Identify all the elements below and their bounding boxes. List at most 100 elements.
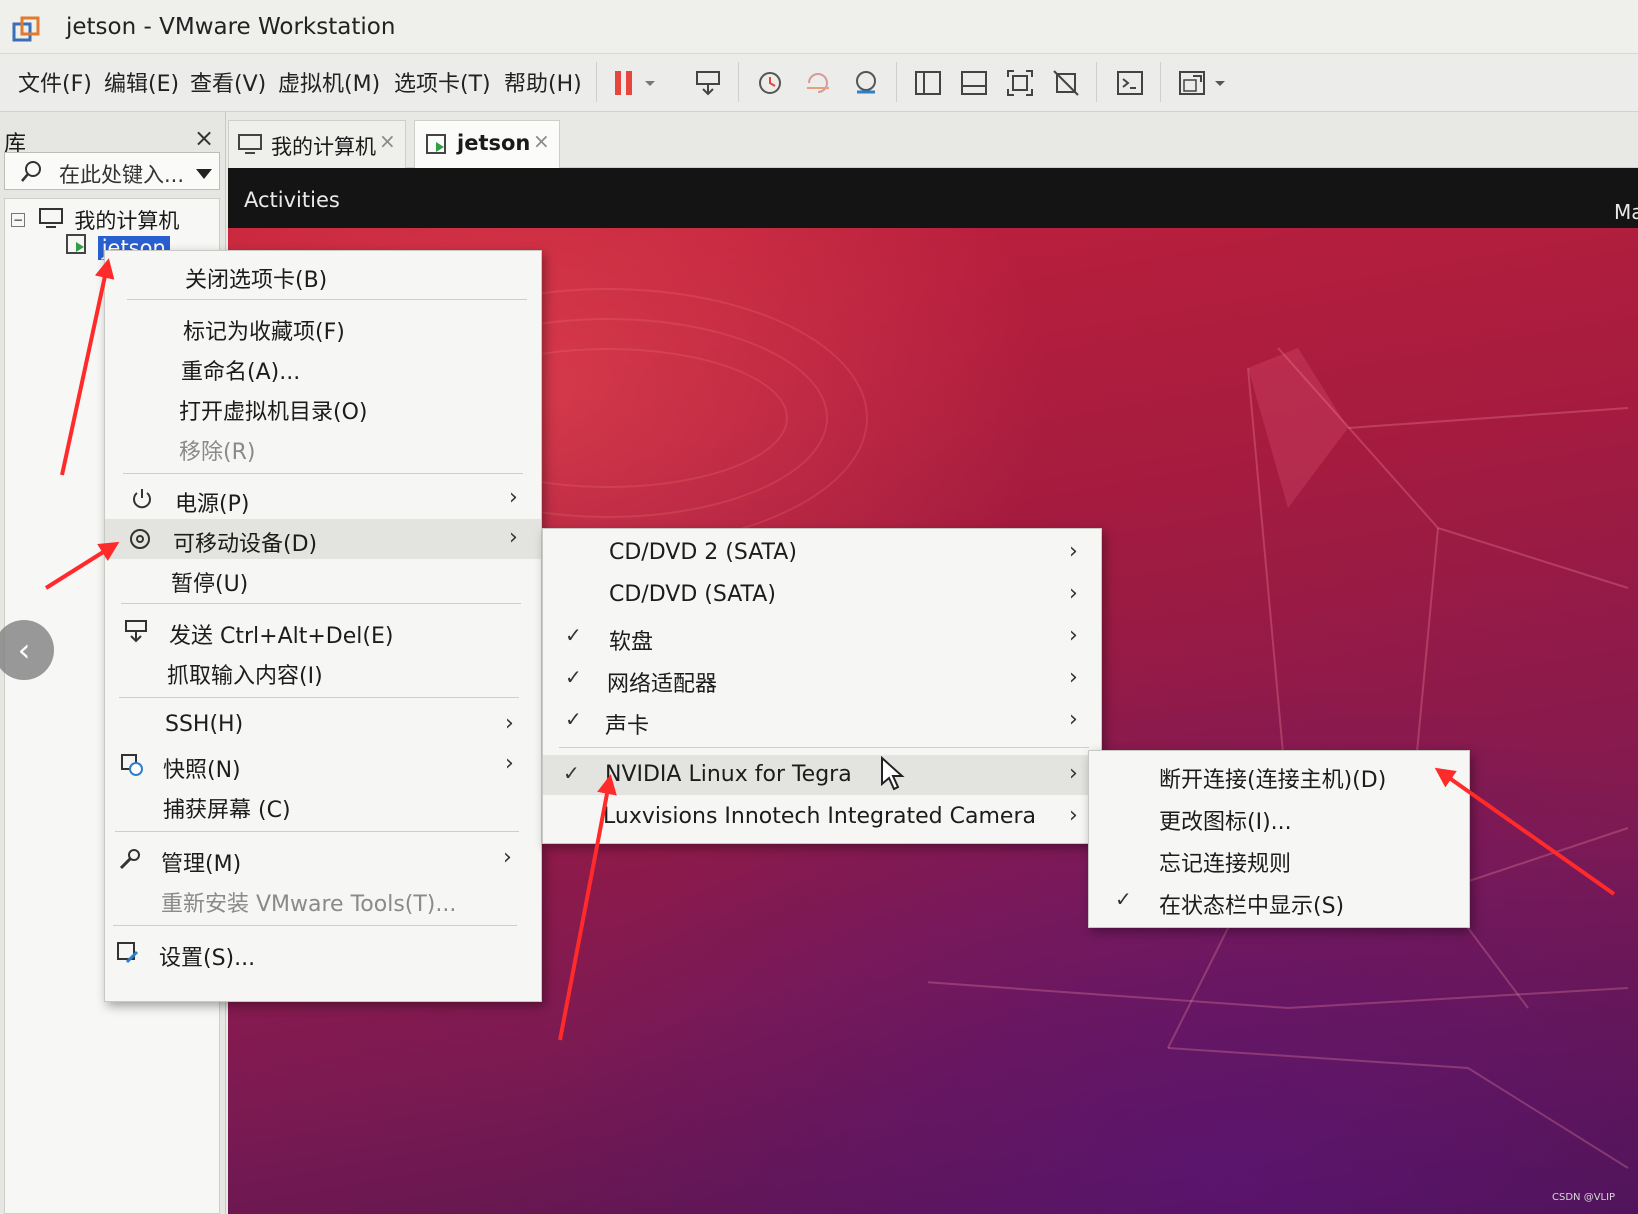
device-item-cddvd2[interactable]: CD/DVD 2 (SATA) ›	[543, 533, 1101, 573]
chevron-right-icon: ›	[1069, 665, 1078, 690]
full-screen-icon[interactable]	[1000, 64, 1040, 102]
toolbar-separator	[596, 62, 597, 102]
menu-vm[interactable]: 虚拟机(M)	[278, 66, 380, 98]
toolbar-separator	[1160, 62, 1161, 102]
menu-item-pause[interactable]: 暂停(U)	[105, 559, 541, 599]
collapse-icon[interactable]: −	[11, 213, 25, 227]
menu-item-label: 关闭选项卡(B)	[185, 268, 328, 293]
stretch-guest-icon[interactable]	[1172, 64, 1212, 102]
menu-item-power[interactable]: 电源(P) ›	[105, 479, 541, 519]
menu-item-send-ctrl-alt-del[interactable]: 发送 Ctrl+Alt+Del(E)	[105, 611, 541, 651]
chevron-right-icon: ›	[1069, 539, 1078, 564]
submenu-item-disconnect[interactable]: 断开连接(连接主机)(D)	[1089, 755, 1469, 795]
menu-item-label: CD/DVD (SATA)	[609, 582, 776, 607]
menu-item-add-favorite[interactable]: 标记为收藏项(F)	[105, 307, 541, 347]
pause-dropdown-icon[interactable]	[638, 64, 662, 102]
tab-jetson[interactable]: jetson ×	[414, 120, 560, 168]
menu-item-label: 打开虚拟机目录(O)	[179, 400, 368, 425]
menu-item-label: 重命名(A)...	[181, 360, 301, 385]
menu-item-label: Luxvisions Innotech Integrated Camera	[603, 804, 1036, 829]
vm-icon	[65, 233, 91, 262]
revert-snapshot-icon[interactable]	[798, 64, 838, 102]
chevron-right-icon: ›	[503, 845, 512, 870]
watermark: CSDN @VLIP	[1552, 1192, 1616, 1203]
menu-item-label: 管理(M)	[161, 852, 242, 877]
device-item-nvidia-tegra[interactable]: ✓ NVIDIA Linux for Tegra ›	[543, 755, 1101, 795]
menu-item-reinstall-tools[interactable]: 重新安装 VMware Tools(T)...	[105, 879, 541, 919]
submenu-item-change-icon[interactable]: 更改图标(I)...	[1089, 797, 1469, 837]
submenu-item-forget-rule[interactable]: 忘记连接规则	[1089, 839, 1469, 879]
menu-item-settings[interactable]: 设置(S)...	[105, 933, 541, 973]
close-icon[interactable]: ×	[194, 124, 214, 152]
unity-mode-icon[interactable]	[1046, 64, 1086, 102]
tree-node-my-computer[interactable]: − 我的计算机	[11, 205, 179, 235]
menu-item-remove[interactable]: 移除(R)	[105, 427, 541, 467]
menu-item-label: 捕获屏幕 (C)	[163, 798, 291, 823]
chevron-right-icon: ›	[1069, 623, 1078, 648]
console-view-icon[interactable]	[1110, 64, 1150, 102]
top-bar-right-text: Ma	[1614, 200, 1638, 224]
menu-item-label: 在状态栏中显示(S)	[1159, 894, 1345, 919]
menu-item-snapshot[interactable]: 快照(N) ›	[105, 745, 541, 785]
menu-item-rename[interactable]: 重命名(A)...	[105, 347, 541, 387]
menu-item-label: 重新安装 VMware Tools(T)...	[161, 892, 457, 917]
chevron-right-icon: ›	[1069, 761, 1078, 786]
menu-item-label: 发送 Ctrl+Alt+Del(E)	[169, 624, 394, 649]
power-icon	[127, 484, 157, 514]
library-search-input[interactable]: 在此处键入...	[4, 152, 220, 190]
menu-separator	[559, 747, 1089, 748]
menu-item-ssh[interactable]: SSH(H) ›	[105, 705, 541, 745]
tab-bar: 我的计算机 × jetson ×	[228, 112, 1638, 168]
menu-separator	[121, 603, 521, 604]
device-item-floppy[interactable]: ✓ 软盘 ›	[543, 617, 1101, 657]
settings-icon	[113, 938, 143, 968]
device-item-network-adapter[interactable]: ✓ 网络适配器 ›	[543, 659, 1101, 699]
stretch-dropdown-icon[interactable]	[1208, 64, 1232, 102]
check-icon: ✓	[565, 707, 582, 731]
menu-item-label: 快照(N)	[163, 758, 241, 783]
menu-item-close-tab[interactable]: 关闭选项卡(B)	[105, 255, 541, 295]
close-icon[interactable]: ×	[533, 129, 550, 153]
chevron-down-icon[interactable]	[195, 165, 213, 184]
keyboard-send-icon	[121, 616, 151, 646]
submenu-item-show-in-statusbar[interactable]: ✓ 在状态栏中显示(S)	[1089, 881, 1469, 921]
send-ctrl-alt-del-icon[interactable]	[688, 64, 728, 102]
snapshot-manager-icon[interactable]	[846, 64, 886, 102]
menu-item-open-vm-directory[interactable]: 打开虚拟机目录(O)	[105, 387, 541, 427]
chevron-right-icon: ›	[1069, 707, 1078, 732]
vm-icon	[425, 133, 451, 161]
menu-help[interactable]: 帮助(H)	[504, 66, 582, 98]
toolbar-separator	[1096, 62, 1097, 102]
menu-item-label: 软盘	[609, 630, 654, 655]
device-item-integrated-camera[interactable]: Luxvisions Innotech Integrated Camera ›	[543, 797, 1101, 837]
close-icon[interactable]: ×	[379, 129, 396, 153]
snapshot-icon[interactable]	[750, 64, 790, 102]
show-library-icon[interactable]	[908, 64, 948, 102]
tab-my-computer[interactable]: 我的计算机 ×	[228, 120, 406, 168]
gnome-top-bar: Activities Ma	[228, 168, 1638, 228]
menu-item-label: 忘记连接规则	[1159, 852, 1292, 877]
menu-view[interactable]: 查看(V)	[190, 66, 266, 98]
menu-separator	[115, 831, 519, 832]
menu-item-removable-devices[interactable]: 可移动设备(D) ›	[105, 519, 541, 559]
menu-item-label: SSH(H)	[165, 712, 244, 737]
activities-button[interactable]: Activities	[244, 188, 340, 212]
menu-separator	[127, 299, 527, 300]
menu-tabs[interactable]: 选项卡(T)	[394, 66, 491, 98]
tab-label: 我的计算机	[271, 135, 376, 159]
menu-item-capture-screen[interactable]: 捕获屏幕 (C)	[105, 785, 541, 825]
device-item-sound-card[interactable]: ✓ 声卡 ›	[543, 701, 1101, 741]
chevron-right-icon: ›	[505, 711, 514, 736]
menu-item-grab-input[interactable]: 抓取输入内容(I)	[105, 651, 541, 691]
disc-icon	[125, 524, 155, 554]
menu-item-label: 暂停(U)	[171, 572, 249, 597]
menu-item-label: 网络适配器	[607, 672, 718, 697]
window-title: jetson - VMware Workstation	[66, 14, 396, 40]
device-item-cddvd[interactable]: CD/DVD (SATA) ›	[543, 575, 1101, 615]
menu-separator	[113, 925, 517, 926]
computer-icon	[237, 133, 263, 159]
menu-edit[interactable]: 编辑(E)	[104, 66, 179, 98]
menu-item-manage[interactable]: 管理(M) ›	[105, 839, 541, 879]
menu-file[interactable]: 文件(F)	[18, 66, 92, 98]
show-thumbnail-icon[interactable]	[954, 64, 994, 102]
